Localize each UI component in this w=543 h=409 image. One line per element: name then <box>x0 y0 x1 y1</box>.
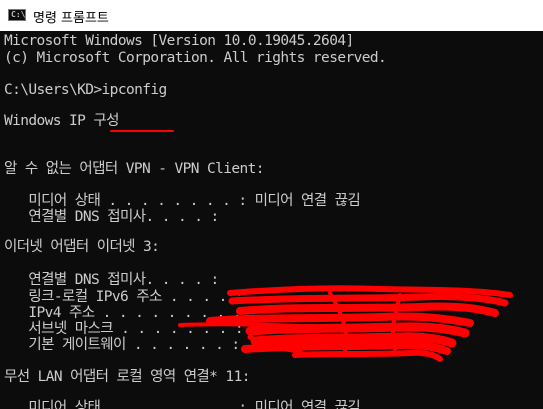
red-redaction-scribble <box>178 285 513 362</box>
cmd-icon: C:\ <box>8 9 26 21</box>
console-output[interactable]: Microsoft Windows [Version 10.0.19045.26… <box>0 31 543 409</box>
title-bar: C:\ 명령 프롬프트 <box>0 0 543 32</box>
window-title: 명령 프롬프트 <box>33 11 109 26</box>
